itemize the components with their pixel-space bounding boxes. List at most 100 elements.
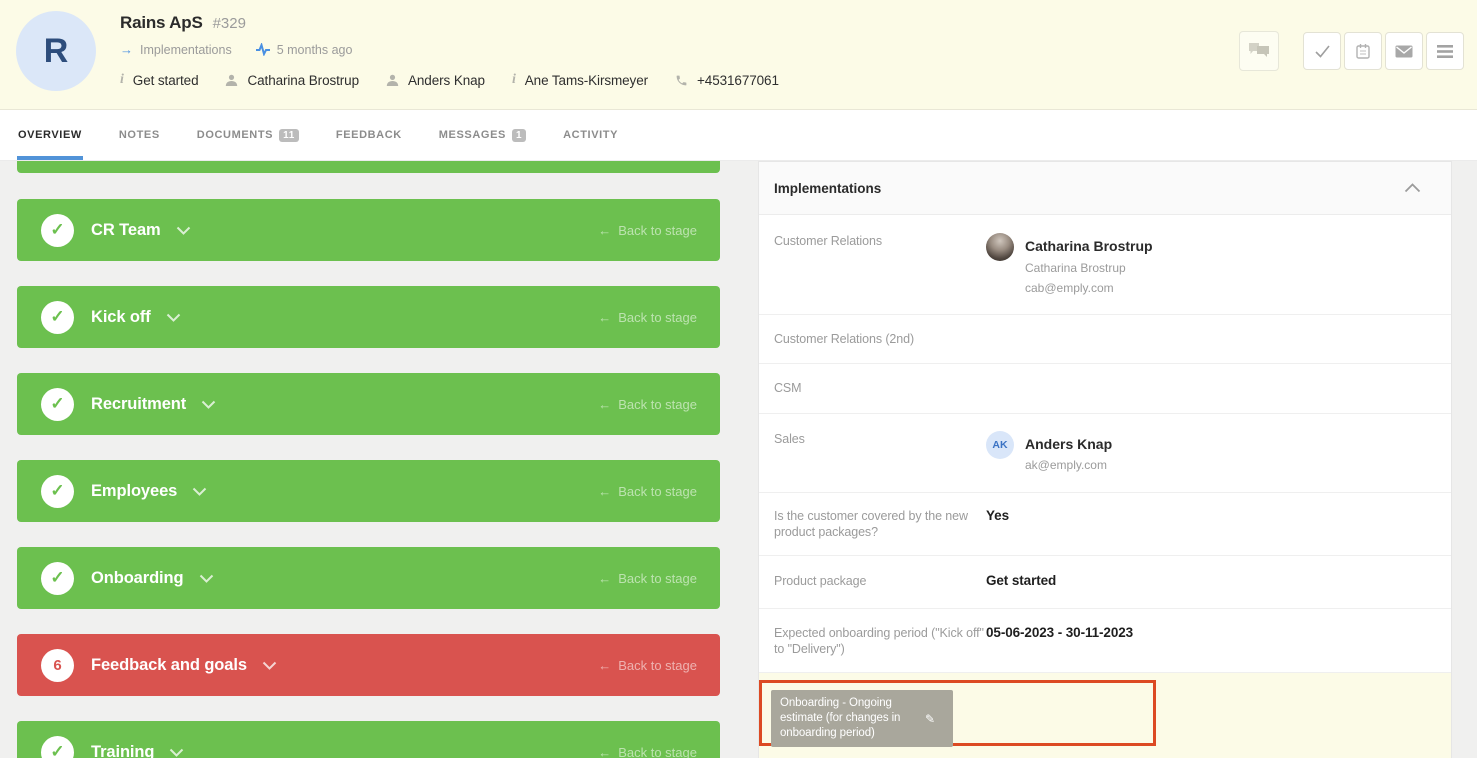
chevron-down-icon[interactable] [169,748,184,757]
avatar-photo [986,233,1014,261]
check-icon: ✓ [50,394,64,414]
breadcrumb: Implementations [140,43,232,57]
stage-card-cr-team[interactable]: ✓ CR Team ← Back to stage [17,199,720,261]
envelope-icon [1395,45,1413,58]
case-id: #329 [213,15,246,32]
chevron-down-icon[interactable] [166,313,181,322]
back-to-stage-button[interactable]: ← Back to stage [598,745,697,758]
stage-card-onboarding[interactable]: ✓ Onboarding ← Back to stage [17,547,720,609]
info-icon: i [512,72,516,88]
stage-card-kick-off[interactable]: ✓ Kick off ← Back to stage [17,286,720,348]
check-icon: ✓ [50,307,64,327]
stage-card-training[interactable]: ✓ Training ← Back to stage [17,721,720,758]
implementations-panel: Implementations Customer Relations Catha… [758,161,1452,758]
main-content: ✓ CR Team ← Back to stage ✓ Kick off ← B… [0,161,1477,758]
mail-button[interactable] [1385,32,1423,70]
highlight-outline: Onboarding - Ongoing estimate (for chang… [759,680,1156,746]
stage-card-feedback-and-goals[interactable]: 6 Feedback and goals ← Back to stage [17,634,720,696]
back-arrow-icon: ← [598,571,611,586]
stage-done-badge: ✓ [41,214,74,247]
back-arrow-icon: ← [598,658,611,673]
chevron-down-icon[interactable] [192,487,207,496]
phone-icon [675,74,688,87]
stage-count-badge: 6 [41,649,74,682]
field-row-customer-relations-2nd: Customer Relations (2nd) [759,315,1451,364]
page-title: Rains ApS [120,13,203,33]
edit-pencil-icon[interactable]: ✎ [925,712,935,726]
chevron-down-icon[interactable] [201,400,216,409]
chevron-down-icon[interactable] [176,226,191,235]
info-icon: i [120,72,124,88]
contact-row: i Get started Catharina Brostrup Anders … [120,72,779,88]
tab-notes[interactable]: NOTES [119,110,160,160]
field-row-csm: CSM [759,364,1451,414]
back-arrow-icon: ← [598,223,611,238]
chevron-down-icon[interactable] [199,574,214,583]
back-to-stage-button[interactable]: ← Back to stage [598,658,697,673]
back-to-stage-button[interactable]: ← Back to stage [598,484,697,499]
editable-field-chip[interactable]: Onboarding - Ongoing estimate (for chang… [771,690,953,747]
contact-person-2: Anders Knap [386,73,485,88]
back-arrow-icon: ← [598,745,611,758]
field-row-product-package: Product package Get started [759,556,1451,609]
field-row-customer-relations: Customer Relations Catharina Brostrup Ca… [759,215,1451,315]
activity-pulse-icon [256,43,270,56]
hamburger-menu-icon [1437,45,1453,58]
tab-feedback[interactable]: FEEDBACK [336,110,402,160]
stage-list: ✓ CR Team ← Back to stage ✓ Kick off ← B… [17,161,720,758]
field-row-covered-by-packages: Is the customer covered by the new produ… [759,493,1451,556]
page-header: R Rains ApS #329 → Implementations 5 mon… [0,0,1477,110]
chat-button[interactable] [1239,31,1279,71]
messages-count-badge: 1 [512,129,526,142]
panel-header: Implementations [759,162,1451,215]
stage-done-badge: ✓ [41,388,74,421]
contact-product-package: i Get started [120,72,198,88]
field-row-sales: Sales AK Anders Knap ak@emply.com [759,414,1451,493]
back-arrow-icon: ← [598,484,611,499]
person-icon [225,74,238,87]
back-to-stage-button[interactable]: ← Back to stage [598,223,697,238]
person-icon [386,74,399,87]
back-arrow-icon: ← [598,310,611,325]
stage-card-recruitment[interactable]: ✓ Recruitment ← Back to stage [17,373,720,435]
stage-done-badge: ✓ [41,301,74,334]
check-icon [1314,44,1331,59]
check-icon: ✓ [50,481,64,501]
calendar-button[interactable] [1344,32,1382,70]
menu-button[interactable] [1426,32,1464,70]
contact-person-3: i Ane Tams-Kirsmeyer [512,72,648,88]
calendar-icon [1355,43,1371,60]
back-arrow-icon: ← [598,397,611,412]
tab-overview[interactable]: OVERVIEW [18,110,82,160]
updated-ago: 5 months ago [277,43,353,57]
documents-count-badge: 11 [279,129,299,142]
header-toolbar [1239,31,1464,71]
panel-title: Implementations [774,181,881,196]
tasks-button[interactable] [1303,32,1341,70]
contact-phone: +4531677061 [675,73,779,88]
collapse-chevron-up-icon[interactable] [1404,183,1421,193]
stage-done-badge: ✓ [41,562,74,595]
back-to-stage-button[interactable]: ← Back to stage [598,397,697,412]
company-avatar: R [16,11,96,91]
tab-bar: OVERVIEW NOTES DOCUMENTS 11 FEEDBACK MES… [0,110,1477,161]
chat-bubbles-icon [1248,42,1270,60]
stage-done-badge: ✓ [41,736,74,758]
stage-card-partial[interactable] [17,161,720,173]
stage-done-badge: ✓ [41,475,74,508]
tab-documents[interactable]: DOCUMENTS 11 [197,110,299,160]
contact-person-1: Catharina Brostrup [225,73,359,88]
check-icon: ✓ [50,568,64,588]
chevron-down-icon[interactable] [262,661,277,670]
stage-card-employees[interactable]: ✓ Employees ← Back to stage [17,460,720,522]
back-to-stage-button[interactable]: ← Back to stage [598,310,697,325]
tab-activity[interactable]: ACTIVITY [563,110,618,160]
field-row-expected-onboarding-period: Expected onboarding period ("Kick off" t… [759,609,1451,673]
avatar-initials: AK [986,431,1014,459]
breadcrumb-arrow-icon: → [120,42,133,57]
check-icon: ✓ [50,742,64,758]
check-icon: ✓ [50,220,64,240]
tab-messages[interactable]: MESSAGES 1 [439,110,526,160]
field-row-onboarding-ongoing-estimate: Onboarding - Ongoing estimate (for chang… [759,673,1451,758]
back-to-stage-button[interactable]: ← Back to stage [598,571,697,586]
